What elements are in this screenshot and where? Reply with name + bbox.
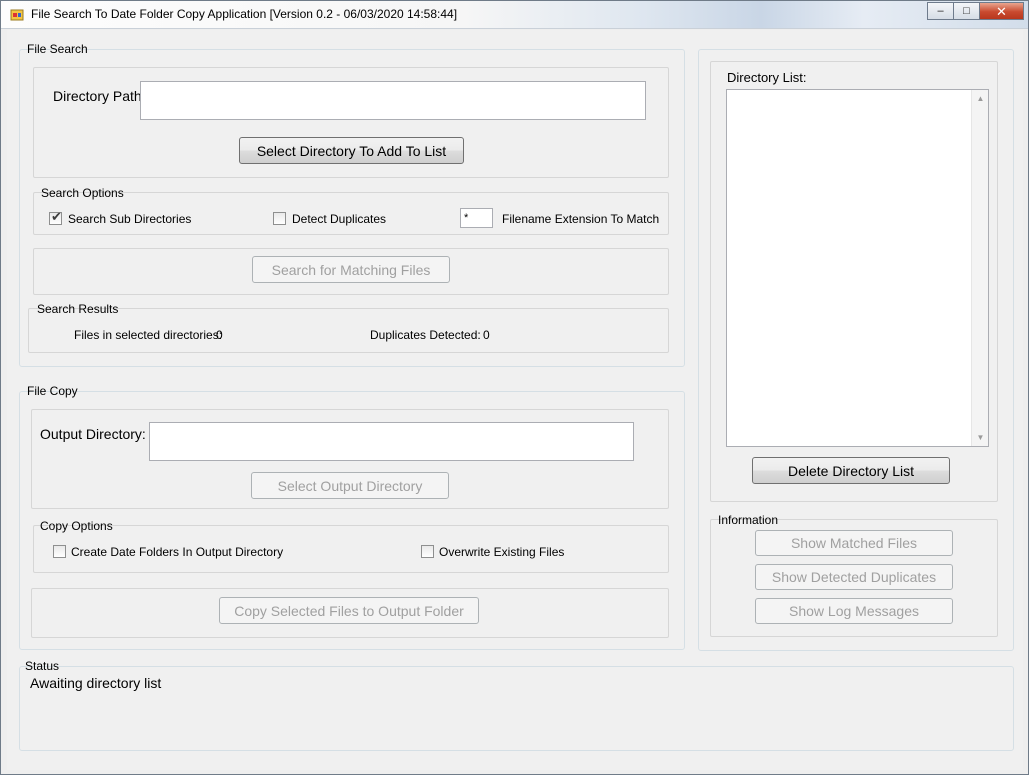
overwrite-existing-label[interactable]: Overwrite Existing Files: [439, 545, 564, 559]
directory-list-scrollbar[interactable]: ▲ ▼: [971, 90, 988, 446]
maximize-button[interactable]: □: [953, 2, 980, 20]
close-button[interactable]: ✕: [979, 2, 1024, 20]
create-date-folders-label[interactable]: Create Date Folders In Output Directory: [71, 545, 283, 559]
file-search-group-label: File Search: [27, 42, 88, 56]
caption-buttons: – □ ✕: [927, 2, 1024, 21]
search-options-label: Search Options: [41, 186, 124, 200]
app-icon: [10, 9, 24, 21]
app-window: File Search To Date Folder Copy Applicat…: [0, 0, 1029, 775]
copy-options-label: Copy Options: [40, 519, 113, 533]
detect-duplicates-label[interactable]: Detect Duplicates: [292, 212, 386, 226]
directory-path-label: Directory Path:: [53, 88, 146, 104]
overwrite-existing-checkbox[interactable]: [421, 545, 434, 558]
delete-directory-list-label: Delete Directory List: [787, 462, 915, 479]
output-directory-label: Output Directory:: [40, 426, 146, 442]
directory-path-input[interactable]: [140, 81, 646, 120]
select-directory-button-label: Select Directory To Add To List: [256, 142, 447, 159]
show-log-messages-button[interactable]: Show Log Messages: [755, 598, 953, 624]
status-message: Awaiting directory list: [30, 675, 162, 691]
scroll-down-icon[interactable]: ▼: [972, 429, 989, 446]
select-output-button-label: Select Output Directory: [277, 477, 423, 494]
search-button-label: Search for Matching Files: [271, 261, 431, 278]
show-log-messages-label: Show Log Messages: [789, 603, 919, 619]
show-matched-files-button[interactable]: Show Matched Files: [755, 530, 953, 556]
search-matching-files-button[interactable]: Search for Matching Files: [252, 256, 450, 283]
show-detected-duplicates-label: Show Detected Duplicates: [771, 569, 937, 585]
duplicates-count-value: 0: [483, 328, 490, 342]
create-date-folders-checkbox[interactable]: [53, 545, 66, 558]
search-results-label: Search Results: [37, 302, 119, 316]
client-area: File Search Directory Path: Select Direc…: [7, 30, 1023, 770]
output-directory-input[interactable]: [149, 422, 634, 461]
delete-directory-list-button[interactable]: Delete Directory List: [752, 457, 950, 484]
scroll-up-icon[interactable]: ▲: [972, 90, 989, 107]
maximize-icon: □: [963, 4, 970, 17]
information-label: Information: [718, 513, 779, 527]
directory-listbox[interactable]: ▲ ▼: [726, 89, 989, 447]
detect-duplicates-checkbox[interactable]: [273, 212, 286, 225]
extension-input[interactable]: [460, 208, 493, 228]
files-count-value: 0: [216, 328, 223, 342]
directory-list-label: Directory List:: [727, 70, 807, 85]
status-group: [19, 666, 1014, 751]
copy-button-label: Copy Selected Files to Output Folder: [234, 602, 464, 619]
title-bar[interactable]: File Search To Date Folder Copy Applicat…: [1, 1, 1028, 29]
select-directory-button[interactable]: Select Directory To Add To List: [239, 137, 464, 164]
show-detected-duplicates-button[interactable]: Show Detected Duplicates: [755, 564, 953, 590]
copy-files-button[interactable]: Copy Selected Files to Output Folder: [219, 597, 479, 624]
select-output-directory-button[interactable]: Select Output Directory: [251, 472, 449, 499]
search-sub-directories-checkbox[interactable]: ✔: [49, 209, 62, 225]
files-count-label: Files in selected directories:: [74, 328, 223, 342]
duplicates-count-label: Duplicates Detected:: [370, 328, 481, 342]
close-icon: ✕: [996, 3, 1007, 19]
minimize-button[interactable]: –: [927, 2, 954, 20]
search-sub-directories-label[interactable]: Search Sub Directories: [68, 212, 191, 226]
extension-label: Filename Extension To Match: [502, 212, 660, 226]
checkmark-icon: ✔: [51, 209, 62, 224]
file-copy-group-label: File Copy: [27, 384, 78, 398]
minimize-icon: –: [937, 4, 944, 17]
show-matched-files-label: Show Matched Files: [790, 535, 918, 551]
window-title: File Search To Date Folder Copy Applicat…: [31, 7, 458, 21]
status-group-label: Status: [25, 659, 60, 673]
